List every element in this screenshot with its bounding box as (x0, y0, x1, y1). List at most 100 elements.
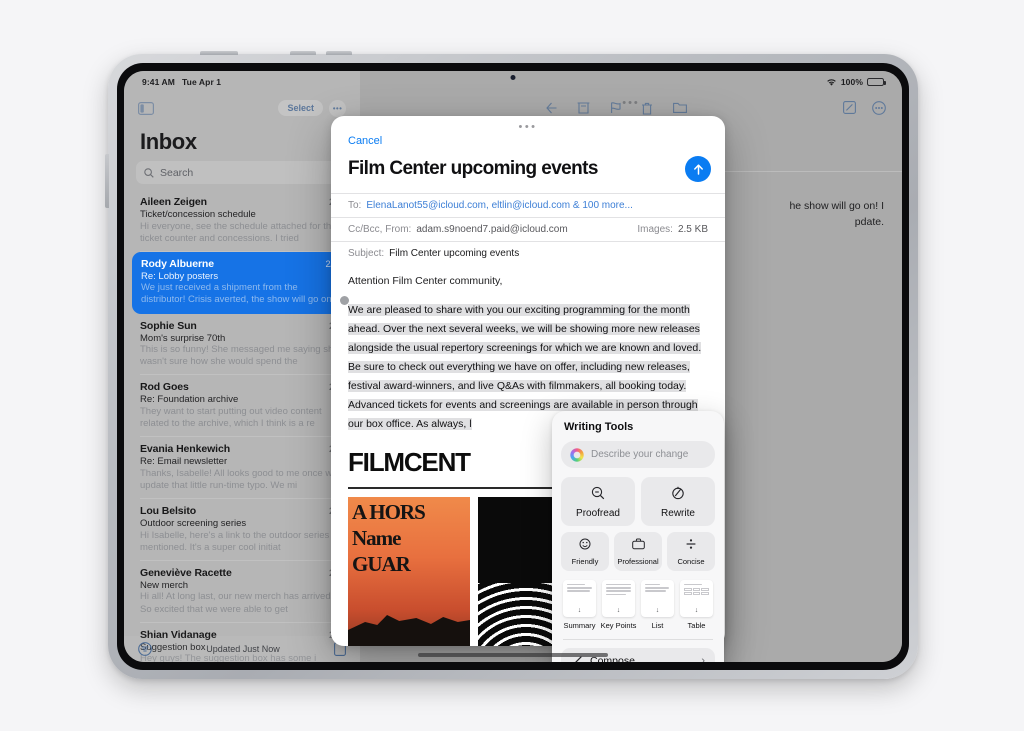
sidebar-footer: Updated Just Now (124, 636, 360, 662)
mail-sidebar: Select ••• Inbox Search Aileen Zeigen2/4… (124, 71, 360, 662)
to-field[interactable]: To: ElenaLanot55@icloud.com, eltlin@iclo… (331, 193, 725, 217)
mail-list-item[interactable]: Lou Belsito2/4,Outdoor screening seriesH… (124, 499, 360, 561)
folder-icon[interactable] (673, 102, 687, 113)
describe-change-input[interactable]: Describe your change (561, 441, 715, 468)
more-icon[interactable] (872, 101, 886, 115)
table-button[interactable]: ↓ Table (678, 580, 715, 630)
search-input[interactable]: Search (136, 161, 348, 184)
message-subject: Mom's surprise 70th (140, 332, 226, 344)
sync-status: Updated Just Now (206, 644, 280, 654)
sidebar-more-button[interactable]: ••• (329, 99, 346, 117)
list-button[interactable]: ↓ List (639, 580, 676, 630)
power-button[interactable] (200, 51, 238, 55)
rewrite-label: Rewrite (661, 508, 695, 519)
volume-up-button[interactable] (290, 51, 316, 55)
trash-icon[interactable] (641, 102, 653, 115)
compose-icon[interactable] (843, 101, 856, 114)
message-preview: Hi all! At long last, our new merch has … (140, 591, 334, 615)
smiley-icon (561, 538, 609, 553)
sender-name: Rod Goes (140, 381, 189, 394)
selection-handle-start[interactable] (340, 296, 349, 305)
list-label: List (651, 621, 664, 630)
divide-icon (667, 538, 715, 553)
concise-button[interactable]: Concise (667, 532, 715, 571)
ccbcc-from-field[interactable]: Cc/Bcc, From: adam.s9noend7.paid@icloud.… (331, 217, 725, 241)
wifi-icon (827, 78, 836, 86)
mail-list-item[interactable]: Sophie Sun2/4,Mom's surprise 70thThis is… (124, 314, 360, 376)
message-subject: Outdoor screening series (140, 518, 247, 530)
proofread-button[interactable]: Proofread (561, 477, 635, 526)
mail-list-item[interactable]: Geneviève Racette2/4,New merchHi all! At… (124, 561, 360, 623)
summary-button[interactable]: ↓ Summary (561, 580, 598, 630)
status-right: 100% (826, 77, 886, 87)
writing-tools-popover: Writing Tools Describe your change Proof… (552, 411, 724, 662)
mail-list-item[interactable]: Rody Albuerne2/4Re: Lobby postersWe just… (132, 251, 354, 314)
friendly-button[interactable]: Friendly (561, 532, 609, 571)
briefcase-icon (614, 538, 662, 553)
chevron-right-icon: › (701, 654, 705, 663)
images-label: Images: (637, 224, 673, 235)
proofread-label: Proofread (576, 508, 620, 519)
sidebar-toolbar: Select ••• (124, 93, 360, 123)
key-points-label: Key Points (600, 621, 637, 630)
split-view-grabber[interactable]: ••• (622, 97, 640, 109)
ccbcc-label: Cc/Bcc, From: (348, 224, 412, 235)
back-icon[interactable] (546, 102, 557, 114)
device-bezel: 9:41 AM Tue Apr 1 100% Select ••• Inbox … (117, 63, 909, 670)
message-preview: This is so funny! She messaged me saying… (140, 344, 339, 368)
table-doc-icon: ↓ (680, 580, 713, 617)
archive-icon[interactable] (577, 101, 590, 114)
describe-change-placeholder: Describe your change (591, 449, 689, 460)
message-subject: Re: Email newsletter (140, 456, 228, 468)
message-preview: Thanks, Isabelle! All looks good to me o… (140, 467, 338, 491)
status-left: 9:41 AM Tue Apr 1 (142, 77, 221, 87)
sidebar-toggle-icon[interactable] (138, 101, 154, 115)
key-points-doc-icon: ↓ (602, 580, 635, 617)
body-greeting: Attention Film Center community, (348, 275, 503, 287)
writing-tools-primary-actions: Proofread Rewrite (561, 477, 715, 526)
poster-word-1: A HORS (352, 500, 426, 524)
send-button[interactable] (685, 156, 711, 182)
horse-silhouette-icon (348, 615, 470, 646)
subject-value: Film Center upcoming events (389, 248, 520, 259)
sender-name: Aileen Zeigen (140, 196, 207, 208)
reading-pane-right-actions (843, 101, 886, 115)
sheet-grabber[interactable]: ••• (331, 116, 725, 133)
mail-list-item[interactable]: Evania Henkewich2/4,Re: Email newsletter… (124, 437, 360, 499)
search-placeholder: Search (160, 166, 194, 179)
message-preview: They want to start putting out video con… (140, 405, 322, 430)
subject-field[interactable]: Subject: Film Center upcoming events (331, 241, 725, 265)
device-screen: 9:41 AM Tue Apr 1 100% Select ••• Inbox … (124, 71, 902, 662)
concise-label: Concise (677, 557, 705, 566)
poster-word-3: GUAR (352, 551, 411, 576)
status-time: 9:41 AM (142, 77, 175, 87)
compose-body[interactable]: Attention Film Center community, We are … (331, 265, 725, 433)
rewrite-button[interactable]: Rewrite (641, 477, 715, 526)
professional-button[interactable]: Professional (614, 532, 662, 571)
message-subject: Re: Foundation archive (140, 394, 239, 406)
mail-message-list[interactable]: Aileen Zeigen2/4/Ticket/concession sched… (124, 190, 360, 662)
subject-label: Subject: (348, 248, 385, 259)
select-button[interactable]: Select (278, 100, 323, 116)
flag-icon[interactable] (610, 101, 621, 114)
apple-pencil-attach-area (105, 154, 109, 208)
cancel-button[interactable]: Cancel (331, 133, 725, 147)
key-points-button[interactable]: ↓ Key Points (600, 580, 637, 630)
poster-word-2: Name (352, 525, 401, 550)
message-subject: Ticket/concession schedule (140, 209, 256, 220)
search-icon (144, 167, 154, 178)
to-value: ElenaLanot55@icloud.com, eltlin@icloud.c… (366, 200, 633, 211)
rewrite-circle-icon (641, 486, 715, 502)
mail-list-item[interactable]: Rod Goes2/4,Re: Foundation archiveThey w… (124, 375, 360, 438)
message-subject: New merch (140, 579, 189, 591)
sender-name: Lou Belsito (140, 505, 197, 518)
status-date: Tue Apr 1 (181, 77, 222, 87)
send-arrow-up-icon (693, 163, 703, 175)
home-indicator[interactable] (418, 653, 608, 657)
mail-list-item[interactable]: Aileen Zeigen2/4/Ticket/concession sched… (124, 190, 360, 252)
to-label: To: (348, 200, 362, 211)
volume-down-button[interactable] (326, 51, 352, 55)
filter-icon[interactable] (138, 642, 152, 656)
summary-label: Summary (563, 621, 596, 630)
writing-tools-title: Writing Tools (564, 421, 634, 433)
